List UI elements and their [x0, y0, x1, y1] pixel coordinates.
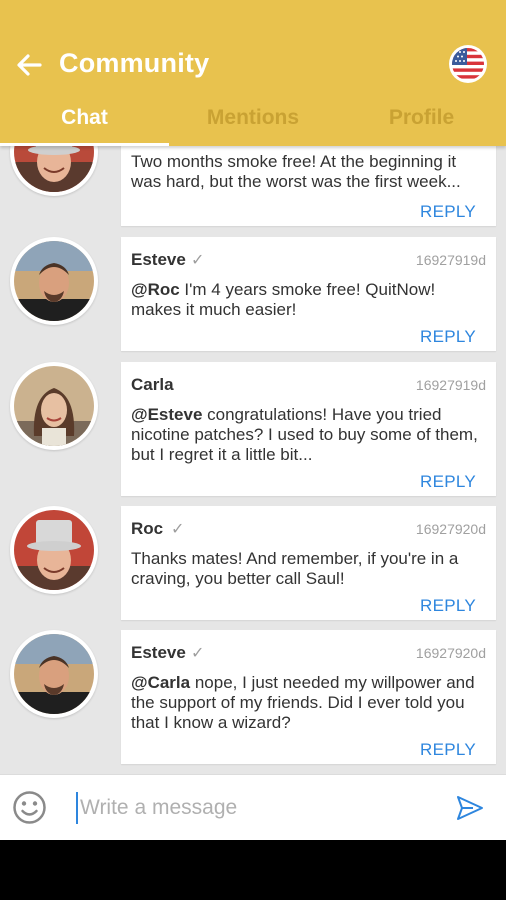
tab-profile[interactable]: Profile — [337, 106, 506, 134]
verified-check-icon: ✓ — [191, 252, 205, 269]
avatar[interactable] — [10, 362, 98, 450]
active-tab-indicator — [0, 143, 169, 146]
message-card: Esteve ✓ 16927920d @Carla nope, I just n… — [121, 630, 496, 764]
app-header: Community Chat Mentions Profile — [0, 0, 506, 146]
mention[interactable]: @Carla — [131, 673, 190, 692]
smiley-icon[interactable] — [12, 790, 47, 825]
tab-mentions[interactable]: Mentions — [169, 106, 337, 134]
send-icon[interactable] — [455, 793, 485, 823]
message-card: Esteve ✓ 16927919d @Roc I'm 4 years smok… — [121, 237, 496, 351]
message-composer — [0, 774, 506, 840]
message-text: Thanks mates! And remember, if you're in… — [131, 549, 459, 588]
arrow-left-icon[interactable] — [14, 50, 44, 80]
author-name: Esteve — [131, 250, 186, 269]
mention[interactable]: @Roc — [131, 280, 180, 299]
chat-feed[interactable]: Two months smoke free! At the beginning … — [0, 146, 506, 774]
message-time: 16927920d — [415, 521, 486, 537]
message-input[interactable] — [76, 792, 436, 824]
avatar[interactable] — [10, 146, 98, 196]
reply-button[interactable]: REPLY — [420, 472, 476, 492]
author-name: Esteve — [131, 643, 186, 662]
page-title: Community — [59, 48, 210, 78]
reply-button[interactable]: REPLY — [420, 327, 476, 347]
message-card: Carla 16927919d @Esteve congratulations!… — [121, 362, 496, 496]
reply-button[interactable]: REPLY — [420, 202, 476, 222]
avatar[interactable] — [10, 237, 98, 325]
avatar[interactable] — [10, 506, 98, 594]
message-text: @Carla nope, I just needed my willpower … — [131, 673, 475, 732]
message-text: @Esteve congratulations! Have you tried … — [131, 405, 478, 464]
message-card: Two months smoke free! At the beginning … — [121, 146, 496, 226]
verified-check-icon: ✓ — [171, 521, 185, 538]
community-screen: Community Chat Mentions Profile Two mont… — [0, 0, 506, 840]
message-text: @Roc I'm 4 years smoke free! QuitNow! ma… — [131, 280, 436, 319]
message-time: 16927919d — [415, 377, 486, 393]
tab-chat[interactable]: Chat — [0, 106, 169, 134]
verified-check-icon: ✓ — [191, 645, 205, 662]
message-time: 16927919d — [415, 252, 486, 268]
mention[interactable]: @Esteve — [131, 405, 202, 424]
author-name: Carla — [131, 375, 174, 394]
reply-button[interactable]: REPLY — [420, 740, 476, 760]
us-flag-icon[interactable] — [449, 45, 487, 83]
author-name: Roc — [131, 519, 164, 538]
message-time: 16927920d — [415, 645, 486, 661]
message-card: Roc ✓ 16927920d Thanks mates! And rememb… — [121, 506, 496, 620]
message-text: Two months smoke free! At the beginning … — [131, 152, 461, 191]
system-navigation-bar — [0, 840, 506, 900]
reply-button[interactable]: REPLY — [420, 596, 476, 616]
avatar[interactable] — [10, 630, 98, 718]
